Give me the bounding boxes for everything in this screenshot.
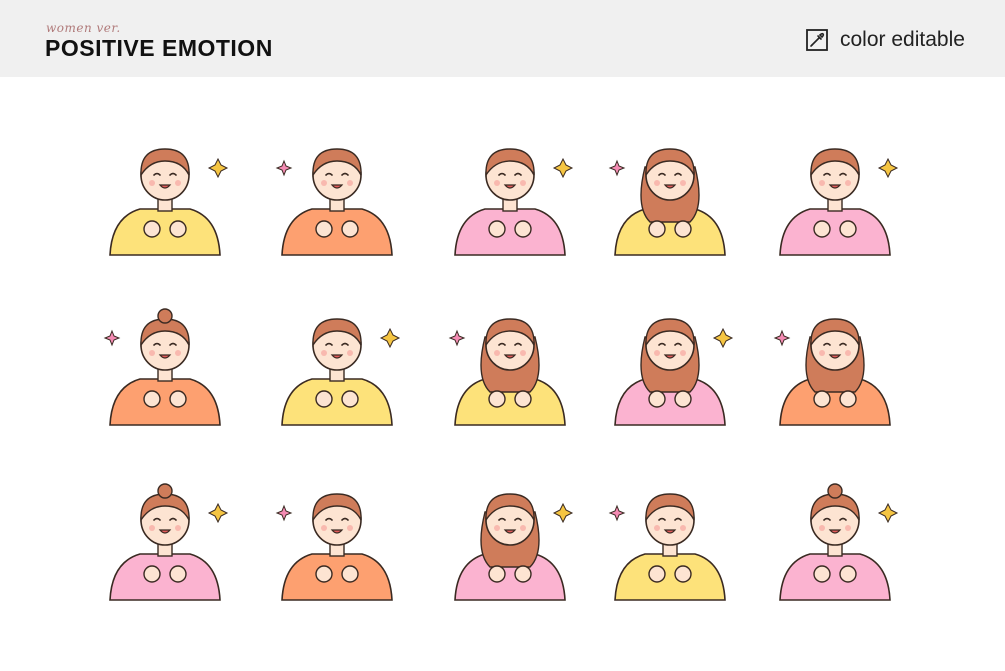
figure-svg: [281, 318, 401, 426]
character-hands-on-cheeks: [90, 307, 240, 427]
shirt: [109, 553, 221, 601]
character-hand-on-hip-thumb: [760, 482, 910, 602]
character-flexing-arm: [90, 482, 240, 602]
character-clasped-hands: [435, 137, 585, 257]
character-fist-cheer: [760, 307, 910, 427]
character-double-peace: [435, 482, 585, 602]
shirt: [614, 553, 726, 601]
character-open-hands-wink: [262, 482, 412, 602]
figure-svg: [608, 148, 726, 256]
header-subtitle: women ver.: [46, 21, 121, 35]
figure-svg: [275, 148, 393, 256]
color-editable-badge: color editable: [806, 27, 965, 53]
shirt: [109, 208, 221, 256]
figure-svg: [448, 318, 566, 426]
character-praying-hands: [435, 307, 585, 427]
header-title: POSITIVE EMOTION: [45, 35, 273, 61]
character-hands-on-head: [90, 137, 240, 257]
character-waving: [595, 307, 745, 427]
eyedropper-icon: [806, 29, 828, 51]
header-bar: women ver. POSITIVE EMOTION color editab…: [0, 0, 1005, 77]
shirt: [779, 208, 891, 256]
shirt: [281, 378, 393, 426]
shirt: [779, 553, 891, 601]
figure-svg: [614, 318, 734, 426]
figure-svg: [779, 483, 899, 601]
figure-svg: [109, 148, 229, 256]
character-double-thumbs-up: [262, 307, 412, 427]
figure-svg: [454, 148, 574, 256]
shirt: [281, 553, 393, 601]
figure-svg: [275, 493, 393, 601]
figure-svg: [779, 148, 899, 256]
figure-svg: [454, 493, 574, 601]
character-clasped-hands-sparkle: [760, 137, 910, 257]
character-rock-on-music: [595, 482, 745, 602]
figure-svg: [103, 308, 221, 426]
shirt: [454, 208, 566, 256]
illustration-grid: [0, 77, 1005, 671]
figure-svg: [109, 483, 229, 601]
figure-svg: [773, 318, 891, 426]
character-hand-on-heart: [595, 137, 745, 257]
character-hands-together-laugh: [262, 137, 412, 257]
color-editable-label: color editable: [840, 28, 965, 51]
figure-svg: [608, 493, 726, 601]
shirt: [281, 208, 393, 256]
shirt: [109, 378, 221, 426]
